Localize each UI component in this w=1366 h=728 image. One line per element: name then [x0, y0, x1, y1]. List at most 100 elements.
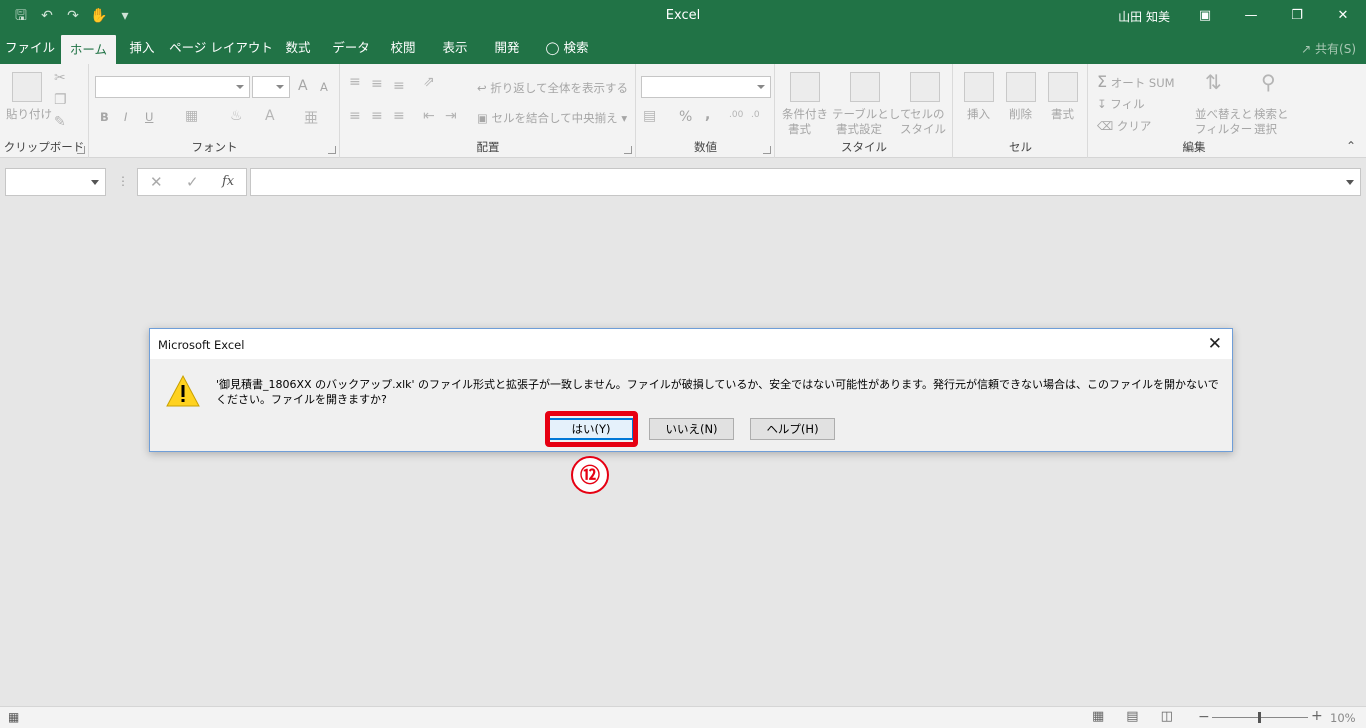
zoom-out-icon[interactable]: − — [1198, 709, 1210, 725]
tab-view[interactable]: 表示 — [432, 32, 478, 64]
alignment-launcher[interactable] — [624, 146, 632, 154]
format-cells-button[interactable]: 書式 — [1051, 106, 1074, 122]
orientation-icon[interactable]: ⇗ — [423, 74, 435, 90]
formula-input[interactable] — [250, 168, 1361, 196]
align-middle-icon[interactable]: ≡ — [371, 76, 383, 92]
tab-data[interactable]: データ — [325, 32, 377, 64]
clear-button[interactable]: ⌫ クリア — [1097, 118, 1151, 134]
accounting-format-icon[interactable]: ▤ — [643, 108, 656, 124]
tab-search[interactable]: ◯ 検索 — [540, 32, 594, 64]
cells-label: セル — [1009, 140, 1032, 154]
status-bar: ▦ ▦ ▤ ◫ − + 10% — [0, 706, 1366, 728]
zoom-level[interactable]: 10% — [1330, 711, 1356, 725]
grow-font-button[interactable]: A — [298, 78, 308, 94]
insert-cells-button[interactable]: 挿入 — [967, 106, 990, 122]
bold-button[interactable]: B — [100, 110, 109, 124]
align-bottom-icon[interactable]: ≡ — [393, 78, 405, 94]
align-left-icon[interactable]: ≡ — [349, 108, 361, 124]
lightbulb-icon: ◯ — [545, 40, 560, 55]
find-select-button[interactable]: 検索と — [1254, 106, 1289, 122]
chevron-down-icon: ▾ — [621, 111, 628, 125]
restore-icon[interactable]: ❐ — [1274, 0, 1320, 32]
ribbon-display-icon[interactable]: ▣ — [1182, 0, 1228, 32]
enter-entry-icon[interactable]: ✓ — [186, 173, 199, 191]
dialog-title: Microsoft Excel — [158, 338, 245, 352]
conditional-format-icon[interactable] — [790, 72, 820, 102]
comma-button[interactable]: , — [705, 107, 710, 123]
page-layout-view-icon[interactable]: ▤ — [1126, 709, 1138, 724]
sort-filter-icon[interactable]: ⇅ — [1205, 70, 1222, 94]
format-painter-icon[interactable]: ✎ — [54, 114, 66, 130]
zoom-slider-thumb[interactable] — [1258, 712, 1261, 723]
page-break-view-icon[interactable]: ◫ — [1161, 709, 1173, 724]
shrink-font-button[interactable]: A — [320, 80, 328, 94]
sort-filter-button[interactable]: 並べ替えと — [1195, 106, 1253, 122]
no-button[interactable]: いいえ(N) — [649, 418, 734, 440]
fill-button[interactable]: ↧ フィル — [1097, 96, 1145, 112]
format-as-table-icon[interactable] — [850, 72, 880, 102]
decrease-decimal-icon[interactable]: .0 — [751, 110, 760, 120]
zoom-in-icon[interactable]: + — [1311, 708, 1323, 724]
font-name-select[interactable] — [95, 76, 250, 98]
name-box[interactable] — [5, 168, 106, 196]
clipboard-launcher[interactable] — [77, 146, 85, 154]
macro-record-icon[interactable]: ▦ — [8, 710, 19, 724]
tab-formulas[interactable]: 数式 — [276, 32, 320, 64]
format-as-table-label2: 書式設定 — [836, 122, 882, 136]
share-button[interactable]: ↗ 共有(S) — [1301, 40, 1356, 57]
autosum-button[interactable]: Σ オート SUM — [1097, 72, 1175, 91]
format-cells-icon[interactable] — [1048, 72, 1078, 102]
close-icon[interactable]: ✕ — [1320, 0, 1366, 32]
insert-cells-icon[interactable] — [964, 72, 994, 102]
cell-styles-icon[interactable] — [910, 72, 940, 102]
font-size-select[interactable] — [252, 76, 290, 98]
italic-button[interactable]: I — [124, 110, 127, 124]
merge-center-button[interactable]: ▣ セルを結合して中央揃え ▾ — [477, 110, 627, 126]
format-as-table-button[interactable]: テーブルとして — [832, 106, 911, 122]
wrap-text-button[interactable]: ↩ 折り返して全体を表示する — [477, 80, 628, 96]
cut-icon[interactable]: ✂ — [54, 70, 66, 86]
copy-icon[interactable]: ❐ — [54, 92, 67, 108]
decrease-indent-icon[interactable]: ⇤ — [423, 108, 435, 124]
borders-icon[interactable]: ▦ — [185, 108, 198, 124]
align-center-icon[interactable]: ≡ — [371, 108, 383, 124]
align-top-icon[interactable]: ≡ — [349, 74, 361, 90]
paste-icon[interactable] — [12, 72, 42, 102]
cancel-entry-icon[interactable]: ✕ — [150, 173, 163, 191]
cell-styles-button[interactable]: セルの — [910, 106, 945, 122]
ribbon: 貼り付け ✂ ❐ ✎ クリップボード A A B I U ▦ ♨ A 亜 フォン… — [0, 64, 1366, 158]
paste-button[interactable]: 貼り付け — [6, 106, 52, 122]
delete-cells-icon[interactable] — [1006, 72, 1036, 102]
phonetic-icon[interactable]: 亜 — [304, 108, 318, 128]
number-launcher[interactable] — [763, 146, 771, 154]
tab-home[interactable]: ホーム — [61, 35, 116, 64]
delete-cells-button[interactable]: 削除 — [1009, 106, 1032, 122]
formula-bar-resize-handle[interactable]: ⋮ — [117, 174, 129, 188]
minimize-icon[interactable]: — — [1228, 0, 1274, 32]
tab-insert[interactable]: 挿入 — [118, 32, 166, 64]
tab-developer[interactable]: 開発 — [484, 32, 530, 64]
collapse-ribbon-icon[interactable]: ⌃ — [1346, 139, 1356, 153]
user-name[interactable]: 山田 知美 — [1118, 8, 1170, 25]
help-button[interactable]: ヘルプ(H) — [750, 418, 835, 440]
font-color-icon[interactable]: A — [265, 108, 275, 124]
dialog-close-icon[interactable]: ✕ — [1208, 334, 1222, 354]
normal-view-icon[interactable]: ▦ — [1092, 709, 1104, 724]
percent-button[interactable]: % — [679, 109, 692, 125]
tab-page-layout[interactable]: ページ レイアウト — [168, 32, 274, 64]
conditional-format-label2: 書式 — [788, 122, 811, 136]
align-right-icon[interactable]: ≡ — [393, 108, 405, 124]
increase-decimal-icon[interactable]: .00 — [729, 110, 743, 120]
conditional-format-button[interactable]: 条件付き — [782, 106, 828, 122]
styles-label: スタイル — [841, 140, 887, 154]
insert-function-icon[interactable]: fx — [222, 174, 234, 189]
alignment-label: 配置 — [476, 140, 500, 154]
find-select-icon[interactable]: ⚲ — [1261, 70, 1276, 94]
increase-indent-icon[interactable]: ⇥ — [445, 108, 457, 124]
number-format-select[interactable] — [641, 76, 771, 98]
font-launcher[interactable] — [328, 146, 336, 154]
underline-button[interactable]: U — [145, 110, 153, 124]
fill-color-icon[interactable]: ♨ — [230, 108, 243, 124]
tab-file[interactable]: ファイル — [0, 32, 60, 64]
tab-review[interactable]: 校閲 — [380, 32, 426, 64]
